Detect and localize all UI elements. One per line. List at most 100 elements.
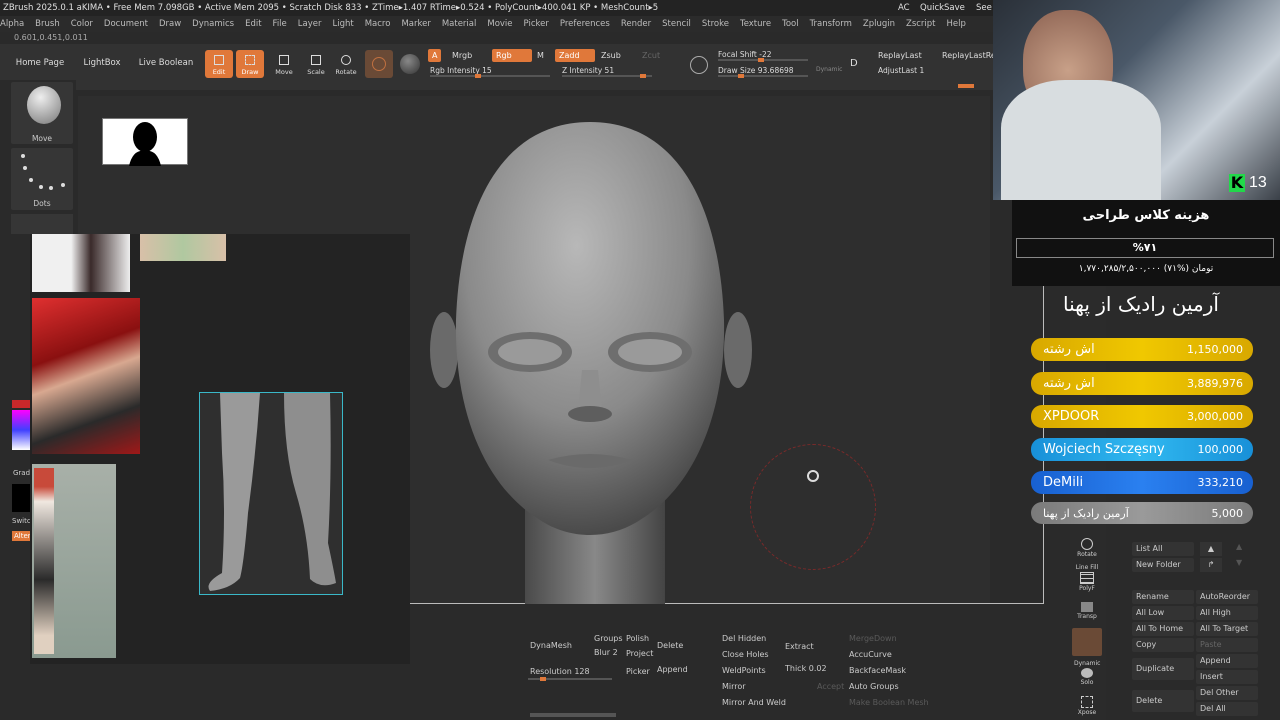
menu-item-texture[interactable]: Texture xyxy=(740,19,771,29)
insert-button[interactable]: Insert xyxy=(1196,670,1258,684)
resolution-track[interactable] xyxy=(528,677,612,681)
close-holes-button[interactable]: Close Holes xyxy=(722,650,769,659)
menu-item-stencil[interactable]: Stencil xyxy=(662,19,691,29)
del-other-button[interactable]: Del Other xyxy=(1196,686,1258,700)
resolution-knob[interactable] xyxy=(540,677,546,681)
mrgb-toggle[interactable]: Mrgb xyxy=(448,49,476,62)
all-high-button[interactable]: All High xyxy=(1196,606,1258,620)
brush-move-button[interactable]: Move xyxy=(11,82,73,144)
draw-depth-icon[interactable]: D xyxy=(850,58,858,69)
matcap-sphere-icon[interactable] xyxy=(400,54,420,74)
bottom-scrollbar[interactable] xyxy=(530,713,616,717)
backface-mask-toggle[interactable]: BackfaceMask xyxy=(849,666,906,675)
all-to-home-button[interactable]: All To Home xyxy=(1132,622,1194,636)
rgb-intensity-slider[interactable]: Rgb Intensity 15 xyxy=(430,66,550,78)
draw-mode-button[interactable]: Draw xyxy=(236,50,264,78)
adjust-last-slider[interactable]: AdjustLast 1 xyxy=(878,66,978,75)
arrow-up-dim-icon[interactable]: ▲ xyxy=(1236,542,1242,551)
rgb-toggle[interactable]: Rgb xyxy=(492,49,532,62)
m-toggle[interactable]: M xyxy=(533,49,548,62)
list-all-button[interactable]: List All xyxy=(1132,542,1194,556)
see-through-button[interactable]: See xyxy=(976,0,992,16)
new-folder-button[interactable]: New Folder xyxy=(1132,558,1194,572)
append-subtool-button[interactable]: Append xyxy=(1196,654,1258,668)
del-hidden-button[interactable]: Del Hidden xyxy=(722,634,766,643)
alpha-slot[interactable] xyxy=(11,214,73,234)
menu-item-movie[interactable]: Movie xyxy=(487,19,512,29)
menu-item-material[interactable]: Material xyxy=(442,19,477,29)
zsub-toggle[interactable]: Zsub xyxy=(597,49,625,62)
transparency-button[interactable]: Transp xyxy=(1076,602,1098,620)
paste-button[interactable]: Paste xyxy=(1196,638,1258,652)
menu-item-macro[interactable]: Macro xyxy=(365,19,391,29)
duplicate-button[interactable]: Duplicate xyxy=(1132,658,1194,680)
auto-reorder-button[interactable]: AutoReorder xyxy=(1196,590,1258,604)
color-swatch-red[interactable] xyxy=(12,400,30,408)
menu-item-color[interactable]: Color xyxy=(71,19,93,29)
menu-item-render[interactable]: Render xyxy=(621,19,651,29)
dynamesh-button[interactable]: DynaMesh xyxy=(530,641,572,650)
all-low-button[interactable]: All Low xyxy=(1132,606,1194,620)
replay-last-button[interactable]: ReplayLast xyxy=(878,51,922,60)
mirror-and-weld-button[interactable]: Mirror And Weld xyxy=(722,698,786,707)
home-page-button[interactable]: Home Page xyxy=(12,52,68,74)
arrow-up-icon[interactable]: ▲ xyxy=(1200,542,1222,556)
gradient-toggle[interactable]: Grad xyxy=(13,469,30,477)
lightbox-button[interactable]: LightBox xyxy=(80,52,124,74)
stroke-dots-button[interactable]: Dots xyxy=(11,148,73,210)
focal-shift-icon[interactable] xyxy=(690,56,708,74)
menu-item-zplugin[interactable]: Zplugin xyxy=(863,19,895,29)
z-intensity-slider[interactable]: Z Intensity 51 xyxy=(562,66,652,78)
reference-image-strip[interactable] xyxy=(140,234,226,261)
sculpt-head-model[interactable] xyxy=(420,120,760,604)
reference-image-legs[interactable] xyxy=(199,392,343,595)
material-swatch[interactable] xyxy=(365,50,393,78)
make-boolean-mesh-button[interactable]: Make Boolean Mesh xyxy=(849,698,929,707)
quicksave-button[interactable]: QuickSave xyxy=(920,0,965,16)
copy-button[interactable]: Copy xyxy=(1132,638,1194,652)
move-mode-button[interactable]: Move xyxy=(270,50,298,78)
menu-item-alpha[interactable]: Alpha xyxy=(0,19,24,29)
polyframe-button[interactable]: Line Fill PolyF xyxy=(1074,564,1100,592)
accu-curve-toggle[interactable]: AccuCurve xyxy=(849,650,892,659)
draw-size-slider[interactable]: Draw Size 93.68698 xyxy=(718,66,808,78)
ac-label[interactable]: AC xyxy=(898,0,910,16)
arrow-down-icon[interactable]: ↱ xyxy=(1200,558,1222,572)
all-to-target-button[interactable]: All To Target xyxy=(1196,622,1258,636)
menu-item-help[interactable]: Help xyxy=(947,19,966,29)
polish-toggle[interactable]: Polish xyxy=(626,634,649,643)
solo-button[interactable]: Dynamic Solo xyxy=(1074,660,1100,686)
picker-button[interactable]: Picker xyxy=(626,667,650,676)
menu-item-layer[interactable]: Layer xyxy=(298,19,322,29)
switch-color-button[interactable]: Switc xyxy=(12,517,31,525)
menu-item-draw[interactable]: Draw xyxy=(159,19,181,29)
menu-item-preferences[interactable]: Preferences xyxy=(560,19,610,29)
arrow-down-dim-icon[interactable]: ▼ xyxy=(1236,558,1242,567)
menu-item-stroke[interactable]: Stroke xyxy=(702,19,729,29)
live-boolean-button[interactable]: Live Boolean xyxy=(138,52,194,74)
mirror-button[interactable]: Mirror xyxy=(722,682,746,691)
main-color-swatch[interactable] xyxy=(12,484,30,512)
replay-last-rel-button[interactable]: ReplayLastRel xyxy=(942,51,998,60)
auto-groups-button[interactable]: Auto Groups xyxy=(849,682,899,691)
color-picker-strip[interactable] xyxy=(12,410,30,450)
rotate-mode-button[interactable]: Rotate xyxy=(332,50,360,78)
rotate-view-button[interactable]: Rotate xyxy=(1076,538,1098,558)
menu-item-edit[interactable]: Edit xyxy=(245,19,261,29)
menu-item-brush[interactable]: Brush xyxy=(35,19,60,29)
menu-item-transform[interactable]: Transform xyxy=(810,19,852,29)
xpose-button[interactable]: Xpose xyxy=(1076,696,1098,716)
merge-down-button[interactable]: MergeDown xyxy=(849,634,897,643)
groups-toggle[interactable]: Groups xyxy=(594,634,623,643)
menu-item-light[interactable]: Light xyxy=(332,19,353,29)
ghost-toggle[interactable] xyxy=(1072,628,1102,656)
del-all-button[interactable]: Del All xyxy=(1196,702,1258,716)
menu-item-file[interactable]: File xyxy=(273,19,287,29)
scale-mode-button[interactable]: Scale xyxy=(302,50,330,78)
alpha-toggle[interactable]: A xyxy=(428,49,442,62)
blur-slider[interactable]: Blur 2 xyxy=(594,648,618,657)
weld-points-button[interactable]: WeldPoints xyxy=(722,666,766,675)
reference-image-portrait[interactable] xyxy=(32,298,140,454)
accept-button[interactable]: Accept xyxy=(817,682,844,691)
edit-mode-button[interactable]: Edit xyxy=(205,50,233,78)
